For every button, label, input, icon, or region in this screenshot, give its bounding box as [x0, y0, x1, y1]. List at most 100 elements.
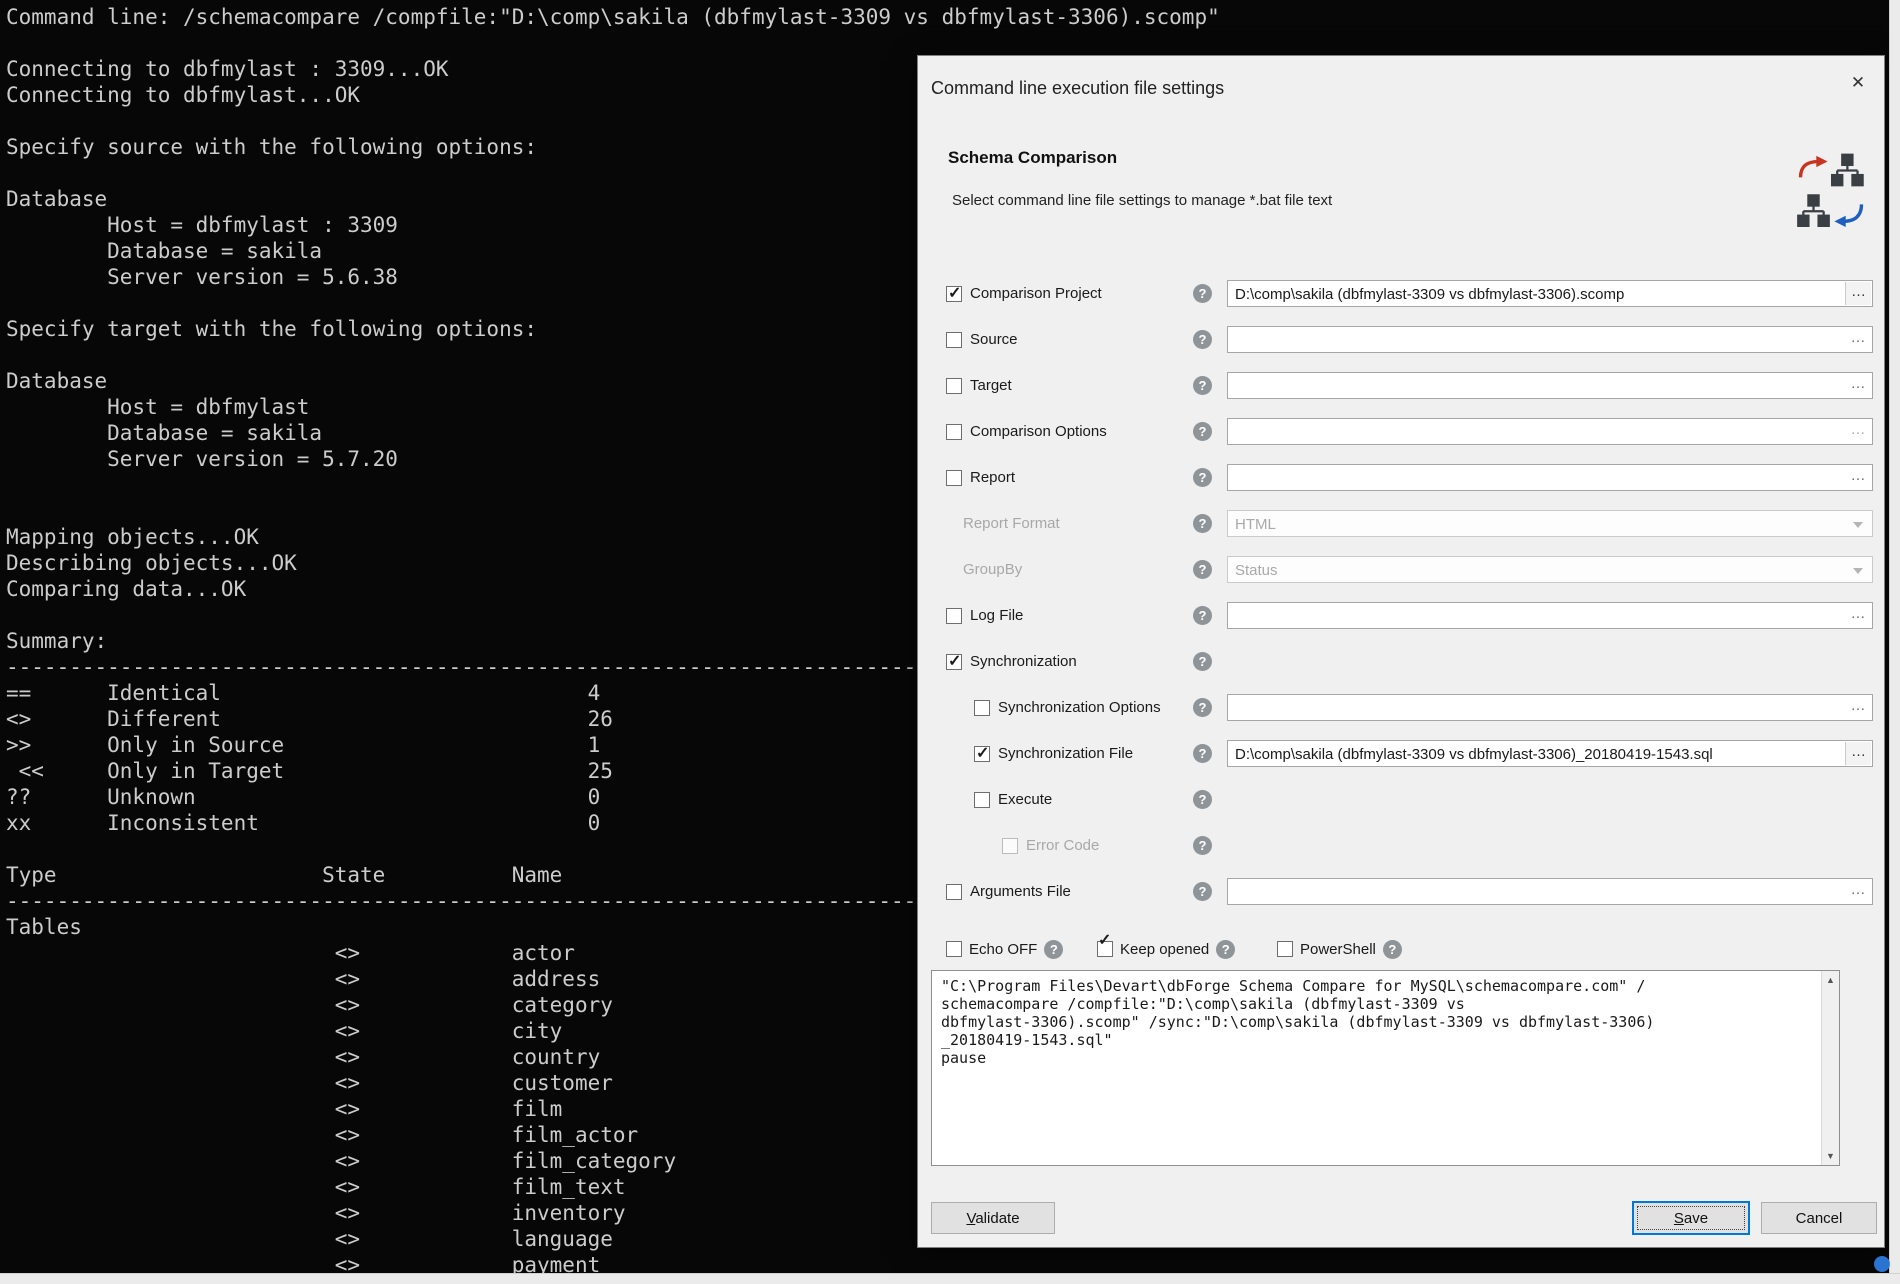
help-icon[interactable]: ? — [1193, 836, 1212, 855]
browse-button[interactable]: … — [1845, 880, 1871, 903]
row-error-code: Error Code ? — [918, 831, 1884, 861]
window-edge-bottom — [0, 1273, 1900, 1284]
checkbox-keep-opened[interactable]: ✓ — [1097, 941, 1113, 957]
help-icon[interactable]: ? — [1193, 468, 1212, 487]
row-synchronization: ✓ Synchronization ? — [918, 647, 1884, 677]
checkbox-execute[interactable] — [974, 792, 990, 808]
checkbox-synchronization[interactable]: ✓ — [946, 654, 962, 670]
help-icon[interactable]: ? — [1193, 606, 1212, 625]
checkbox-powershell[interactable] — [1277, 941, 1293, 957]
keep-opened-label: Keep opened — [1120, 941, 1209, 958]
help-icon[interactable]: ? — [1193, 422, 1212, 441]
bat-text[interactable]: "C:\Program Files\Devart\dbForge Schema … — [932, 971, 1839, 1073]
dialog-subtitle: Select command line file settings to man… — [952, 192, 1332, 209]
checkbox-synchronization-file[interactable]: ✓ — [974, 746, 990, 762]
browse-button[interactable]: … — [1845, 742, 1871, 765]
source-label: Source — [970, 331, 1018, 348]
browse-button[interactable]: … — [1845, 604, 1871, 627]
validate-button[interactable]: Validate — [931, 1202, 1055, 1234]
help-icon[interactable]: ? — [1216, 940, 1235, 959]
checkbox-comparison-project[interactable]: ✓ — [946, 286, 962, 302]
keep-opened-group: ✓ Keep opened ? — [1097, 934, 1235, 964]
report-label: Report — [970, 469, 1015, 486]
help-icon[interactable]: ? — [1193, 652, 1212, 671]
target-label: Target — [970, 377, 1012, 394]
powershell-label: PowerShell — [1300, 941, 1376, 958]
browse-button[interactable]: … — [1845, 696, 1871, 719]
browse-button[interactable]: … — [1845, 282, 1871, 305]
row-synchronization-options: Synchronization Options ? … — [918, 693, 1884, 723]
arguments-file-label: Arguments File — [970, 883, 1071, 900]
checkbox-synchronization-options[interactable] — [974, 700, 990, 716]
comparison-project-field[interactable]: D:\comp\sakila (dbfmylast-3309 vs dbfmyl… — [1227, 280, 1873, 307]
checkbox-report[interactable] — [946, 470, 962, 486]
checkbox-error-code — [1002, 838, 1018, 854]
scrollbar[interactable]: ▲ ▼ — [1821, 971, 1839, 1165]
comparison-project-label: Comparison Project — [970, 285, 1102, 302]
synchronization-file-field[interactable]: D:\comp\sakila (dbfmylast-3309 vs dbfmyl… — [1227, 740, 1873, 767]
help-icon[interactable]: ? — [1193, 698, 1212, 717]
checkbox-comparison-options[interactable] — [946, 424, 962, 440]
groupby-select: Status — [1227, 556, 1873, 583]
check-icon: ✓ — [1098, 930, 1111, 950]
scroll-up-icon[interactable]: ▲ — [1822, 971, 1839, 989]
bat-options-row: Echo OFF ? ✓ Keep opened ? PowerShell ? — [918, 934, 1884, 964]
comparison-options-label: Comparison Options — [970, 423, 1107, 440]
help-icon[interactable]: ? — [1193, 514, 1212, 533]
schema-comparison-icon — [1796, 152, 1866, 232]
log-file-field[interactable]: … — [1227, 602, 1873, 629]
row-source: Source ? … — [918, 325, 1884, 355]
browse-button[interactable]: … — [1845, 420, 1871, 443]
powershell-group: PowerShell ? — [1277, 934, 1402, 964]
scroll-down-icon[interactable]: ▼ — [1822, 1147, 1839, 1165]
validate-accel: V — [966, 1210, 975, 1227]
checkbox-arguments-file[interactable] — [946, 884, 962, 900]
validate-rest: alidate — [975, 1210, 1019, 1227]
row-arguments-file: Arguments File ? … — [918, 877, 1884, 907]
log-file-label: Log File — [970, 607, 1023, 624]
help-icon[interactable]: ? — [1044, 940, 1063, 959]
browse-button[interactable]: … — [1845, 466, 1871, 489]
help-icon[interactable]: ? — [1383, 940, 1402, 959]
help-icon[interactable]: ? — [1193, 284, 1212, 303]
chevron-down-icon — [1853, 522, 1863, 528]
help-icon[interactable]: ? — [1193, 560, 1212, 579]
schema-comparison-heading: Schema Comparison — [948, 148, 1117, 168]
checkbox-source[interactable] — [946, 332, 962, 348]
save-button[interactable]: Save — [1633, 1202, 1749, 1234]
comparison-options-field[interactable]: … — [1227, 418, 1873, 445]
settings-form: ✓ Comparison Project ? D:\comp\sakila (d… — [918, 279, 1884, 923]
comparison-project-value: D:\comp\sakila (dbfmylast-3309 vs dbfmyl… — [1235, 286, 1842, 303]
cursor-indicator — [1874, 1256, 1890, 1272]
synchronization-file-value: D:\comp\sakila (dbfmylast-3309 vs dbfmyl… — [1235, 746, 1842, 763]
report-field[interactable]: … — [1227, 464, 1873, 491]
error-code-label: Error Code — [1026, 837, 1099, 854]
help-icon[interactable]: ? — [1193, 376, 1212, 395]
row-groupby: GroupBy ? Status — [918, 555, 1884, 585]
row-synchronization-file: ✓ Synchronization File ? D:\comp\sakila … — [918, 739, 1884, 769]
close-icon[interactable]: ✕ — [1842, 68, 1874, 98]
browse-button[interactable]: … — [1845, 328, 1871, 351]
checkbox-log-file[interactable] — [946, 608, 962, 624]
target-field[interactable]: … — [1227, 372, 1873, 399]
help-icon[interactable]: ? — [1193, 744, 1212, 763]
bat-text-box[interactable]: "C:\Program Files\Devart\dbForge Schema … — [931, 970, 1840, 1166]
row-comparison-project: ✓ Comparison Project ? D:\comp\sakila (d… — [918, 279, 1884, 309]
help-icon[interactable]: ? — [1193, 882, 1212, 901]
synchronization-options-label: Synchronization Options — [998, 699, 1161, 716]
help-icon[interactable]: ? — [1193, 330, 1212, 349]
checkbox-target[interactable] — [946, 378, 962, 394]
echo-off-group: Echo OFF ? — [946, 934, 1063, 964]
chevron-down-icon — [1853, 568, 1863, 574]
row-report-format: Report Format ? HTML — [918, 509, 1884, 539]
help-icon[interactable]: ? — [1193, 790, 1212, 809]
checkbox-echo-off[interactable] — [946, 941, 962, 957]
row-report: Report ? … — [918, 463, 1884, 493]
source-field[interactable]: … — [1227, 326, 1873, 353]
cancel-button[interactable]: Cancel — [1761, 1202, 1877, 1234]
arguments-file-field[interactable]: … — [1227, 878, 1873, 905]
check-icon: ✓ — [948, 651, 961, 671]
synchronization-options-field[interactable]: … — [1227, 694, 1873, 721]
browse-button[interactable]: … — [1845, 374, 1871, 397]
synchronization-file-label: Synchronization File — [998, 745, 1133, 762]
